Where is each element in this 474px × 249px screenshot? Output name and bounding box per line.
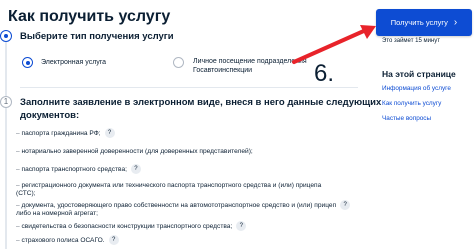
arrow-shaft bbox=[292, 28, 368, 64]
step1-title: Выберите тип получения услуги bbox=[20, 31, 174, 42]
steps-timeline bbox=[5, 39, 7, 249]
step-number-badge: 1 bbox=[0, 96, 12, 108]
question-icon[interactable]: ? bbox=[340, 200, 351, 210]
doc-item-passport: паспорта гражданина РФ;? bbox=[16, 128, 115, 138]
question-icon[interactable]: ? bbox=[104, 128, 115, 138]
doc-item-pts: паспорта транспортного средства;? bbox=[16, 164, 141, 174]
doc-item-ownership: документа, удостоверяющего право собстве… bbox=[16, 200, 351, 218]
chevron-right-icon: › bbox=[453, 17, 458, 28]
step2-title-line2: документов: bbox=[20, 110, 80, 121]
step2-title: Заполните заявление в электронном виде, … bbox=[20, 96, 381, 122]
radio-electronic-label[interactable]: Электронная услуга bbox=[41, 58, 106, 67]
doc-item-text: паспорта гражданина РФ; bbox=[21, 129, 101, 137]
doc-item-osago: страхового полиса ОСАГО.? bbox=[16, 235, 119, 245]
doc-item-safety-cert: свидетельства о безопасности конструкции… bbox=[16, 221, 247, 231]
aside-link-info[interactable]: Информация об услуге bbox=[382, 85, 451, 92]
doc-item-text-cont: либо на номерной агрегат; bbox=[16, 210, 98, 217]
aside-link-how-to[interactable]: Как получить услугу bbox=[382, 100, 441, 107]
doc-item-power-of-attorney: нотариально заверенной доверенности (для… bbox=[16, 147, 253, 156]
get-service-button-label: Получить услугу bbox=[390, 18, 448, 27]
annotation-step-number: 6. bbox=[314, 60, 335, 87]
on-this-page-title: На этой странице bbox=[382, 69, 456, 79]
question-icon[interactable]: ? bbox=[236, 221, 247, 231]
doc-item-text: страхового полиса ОСАГО. bbox=[21, 236, 105, 244]
page-title: Как получить услугу bbox=[8, 8, 171, 25]
radio-electronic[interactable] bbox=[22, 57, 33, 68]
radio-in-person-label-line2: Госавтоинспекции bbox=[193, 67, 253, 74]
duration-hint: Это займет 15 минут bbox=[382, 38, 440, 44]
doc-item-text-cont: (СТС); bbox=[16, 190, 36, 197]
doc-item-text: свидетельства о безопасности конструкции… bbox=[21, 222, 233, 230]
doc-item-text: нотариально заверенной доверенности (для… bbox=[21, 148, 253, 155]
step-indicator-active bbox=[0, 30, 12, 42]
question-icon[interactable]: ? bbox=[108, 235, 119, 245]
aside-link-faq[interactable]: Частые вопросы bbox=[382, 115, 431, 122]
step2-title-line1: Заполните заявление в электронном виде, … bbox=[20, 97, 382, 108]
question-icon[interactable]: ? bbox=[130, 164, 141, 174]
doc-item-text: паспорта транспортного средства; bbox=[21, 165, 127, 173]
doc-item-text: регистрационного документа или техническ… bbox=[21, 182, 322, 189]
section-divider bbox=[20, 87, 358, 88]
radio-in-person[interactable] bbox=[173, 57, 184, 68]
doc-item-sts: регистрационного документа или техническ… bbox=[16, 182, 321, 198]
doc-item-text: документа, удостоверяющего право собстве… bbox=[21, 201, 337, 209]
red-arrow-annotation bbox=[292, 25, 376, 64]
get-service-button[interactable]: Получить услугу › bbox=[376, 9, 472, 36]
